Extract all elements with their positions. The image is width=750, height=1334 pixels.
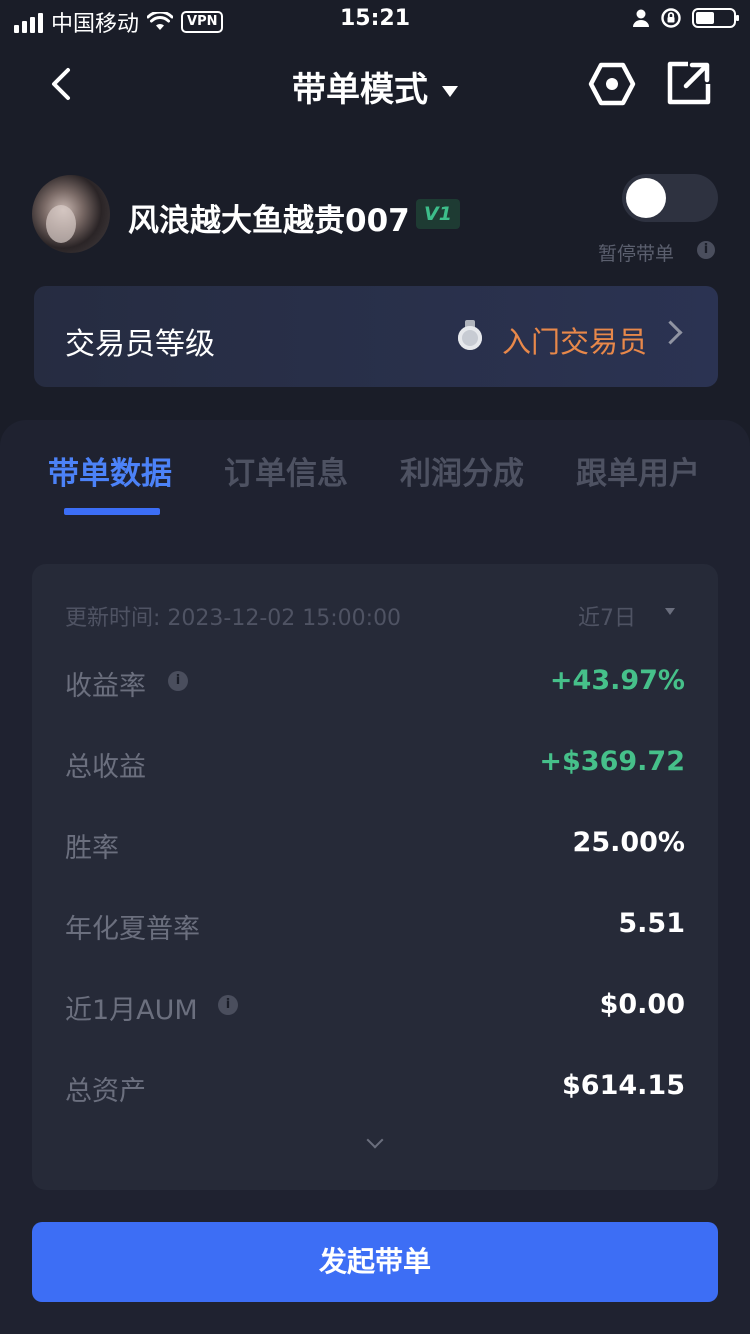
rotation-lock-icon — [661, 8, 681, 28]
start-copy-trading-button[interactable]: 发起带单 — [32, 1222, 718, 1302]
caret-down-icon — [442, 86, 458, 97]
avatar[interactable] — [32, 175, 110, 253]
stat-value-total-assets: $614.15 — [562, 1070, 685, 1101]
pause-copy-toggle[interactable] — [622, 174, 718, 222]
stat-value-return-rate: +43.97% — [549, 665, 685, 696]
hexagon-settings-icon[interactable] — [588, 61, 636, 107]
stat-label-total-assets: 总资产 — [65, 1076, 146, 1107]
info-icon[interactable]: i — [168, 671, 188, 691]
info-icon[interactable]: i — [218, 995, 238, 1015]
stat-label-return-rate: 收益率 — [65, 671, 146, 702]
stat-label-aum: 近1月AUM — [65, 995, 198, 1026]
tab-bar: 带单数据 订单信息 利润分成 跟单用户 — [0, 448, 750, 492]
info-icon[interactable]: i — [697, 241, 715, 259]
updated-time: 更新时间: 2023-12-02 15:00:00 — [65, 606, 402, 631]
pause-copy-label: 暂停带单 — [598, 243, 675, 265]
person-icon — [633, 9, 649, 27]
stats-card: 更新时间: 2023-12-02 15:00:00 近7日 收益率 i +43.… — [32, 564, 718, 1190]
trader-level-value: 入门交易员 — [502, 325, 648, 359]
stat-value-sharpe-ratio: 5.51 — [618, 908, 685, 939]
medal-icon — [458, 320, 482, 350]
stat-label-win-rate: 胜率 — [65, 833, 119, 864]
chevron-right-icon — [658, 320, 683, 345]
vip-level-badge: V1 — [416, 199, 460, 229]
battery-icon — [692, 8, 739, 28]
share-icon[interactable] — [666, 60, 712, 106]
expand-chevron-icon[interactable] — [366, 1131, 384, 1149]
stat-value-win-rate: 25.00% — [572, 827, 685, 858]
trader-level-title: 交易员等级 — [65, 327, 215, 362]
tab-order-info[interactable]: 订单信息 — [224, 448, 348, 493]
mode-selector[interactable]: 带单模式 — [0, 62, 750, 111]
active-tab-indicator — [64, 508, 160, 515]
stat-label-total-profit: 总收益 — [65, 752, 146, 783]
status-bar: 中国移动 VPN 15:21 — [0, 0, 750, 40]
tab-copy-data[interactable]: 带单数据 — [48, 448, 172, 493]
trader-level-card[interactable]: 交易员等级 入门交易员 — [34, 286, 718, 387]
stat-label-sharpe-ratio: 年化夏普率 — [65, 914, 200, 945]
tab-followers[interactable]: 跟单用户 — [576, 448, 700, 493]
username: 风浪越大鱼越贵007 — [128, 203, 410, 239]
tab-profit-share[interactable]: 利润分成 — [400, 448, 524, 493]
caret-down-icon[interactable] — [665, 608, 675, 615]
toggle-knob — [626, 178, 666, 218]
range-selector[interactable]: 近7日 — [578, 600, 636, 632]
stat-value-total-profit: +$369.72 — [539, 746, 685, 777]
page-title: 带单模式 — [292, 70, 428, 110]
stat-value-aum: $0.00 — [599, 989, 685, 1020]
